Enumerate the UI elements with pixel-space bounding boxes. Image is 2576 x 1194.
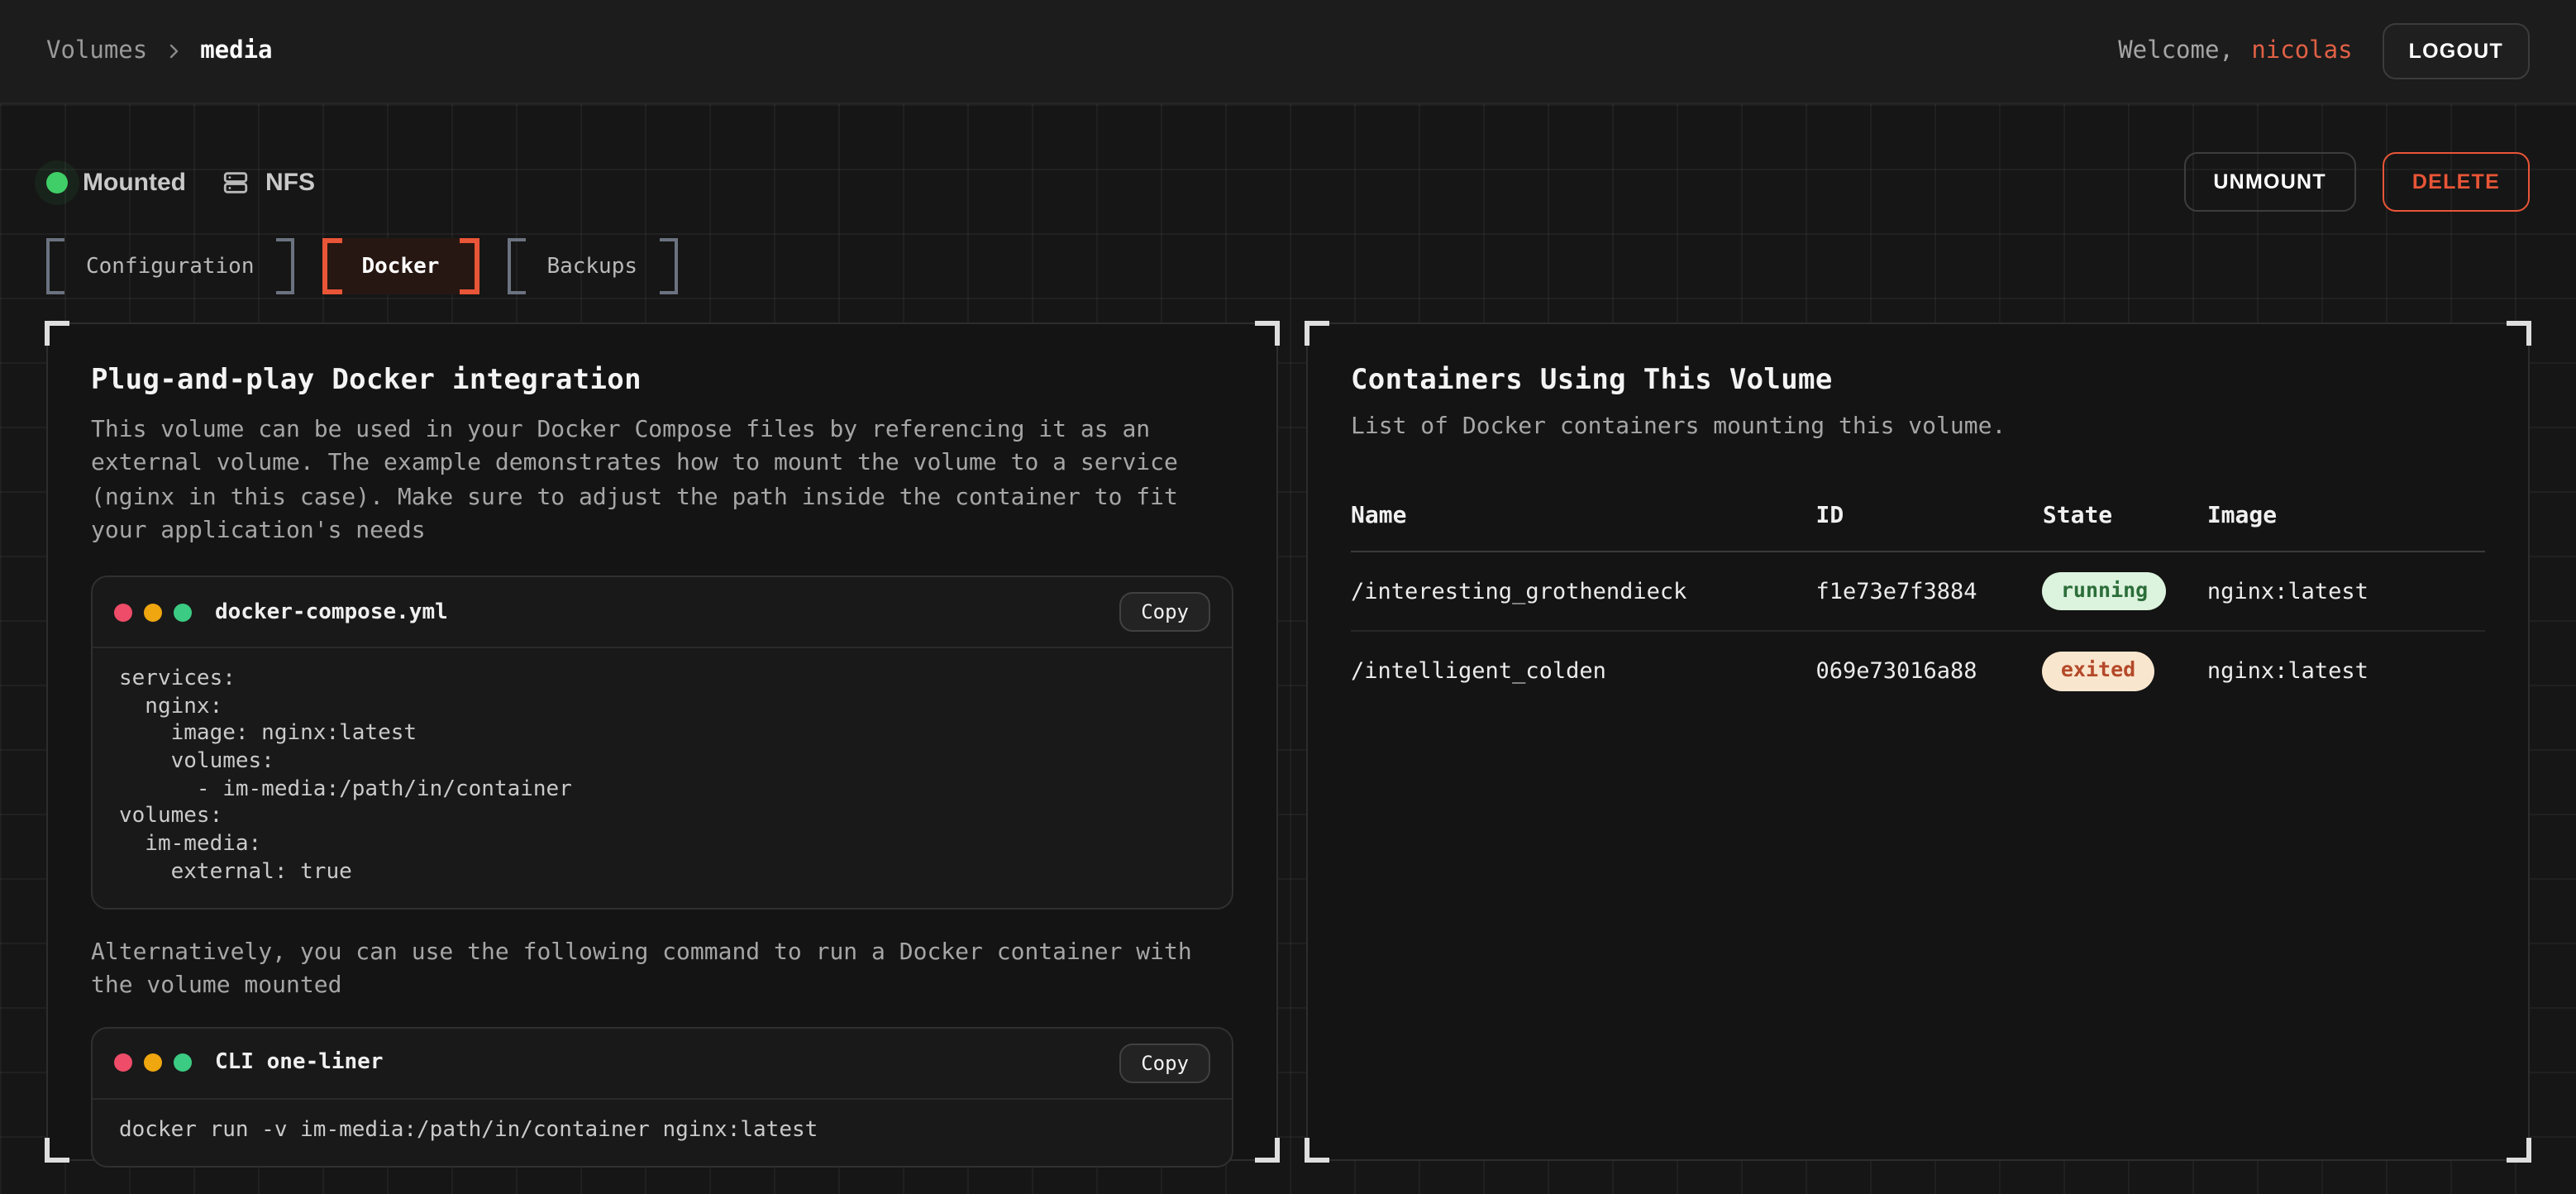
traffic-lights-icon (114, 603, 192, 621)
container-id: f1e73e7f3884 (1816, 552, 2043, 632)
tab-backups[interactable]: Backups (507, 238, 677, 294)
volume-actions: UNMOUNT DELETE (2183, 152, 2530, 212)
containers-table-header-row: Name ID State Image (1351, 493, 2485, 552)
column-header-state: State (2043, 493, 2207, 552)
corner-mark (45, 1138, 69, 1163)
corner-mark (2507, 321, 2531, 346)
corner-mark (1305, 321, 1329, 346)
docker-panel-description: This volume can be used in your Docker C… (91, 413, 1199, 547)
red-dot-icon (114, 1054, 132, 1072)
fs-type-label: NFS (265, 168, 315, 196)
compose-filename: docker-compose.yml (215, 599, 448, 624)
mount-status-label: Mounted (83, 168, 186, 196)
tab-bar: Configuration Docker Backups (46, 238, 2530, 294)
container-name: /intelligent_colden (1351, 632, 1816, 711)
mounted-dot-icon (46, 171, 68, 193)
cli-title: CLI one-liner (215, 1051, 384, 1076)
username: nicolas (2251, 38, 2352, 64)
column-header-name: Name (1351, 493, 1816, 552)
compose-code-content: services: nginx: image: nginx:latest vol… (93, 648, 1232, 908)
container-id: 069e73016a88 (1816, 632, 2043, 711)
status-row: Mounted NFS UNMOUNT DELETE (46, 104, 2530, 212)
containers-panel-title: Containers Using This Volume (1351, 364, 2485, 397)
container-image: nginx:latest (2207, 552, 2485, 632)
logout-button[interactable]: LOGOUT (2383, 23, 2530, 79)
mount-status: Mounted (46, 168, 186, 196)
containers-panel-subtitle: List of Docker containers mounting this … (1351, 413, 2485, 440)
volume-detail-page: Volumes media Welcome, nicolas LOGOUT Mo… (0, 0, 2576, 1194)
red-dot-icon (114, 603, 132, 621)
compose-code-header: docker-compose.yml Copy (93, 577, 1232, 648)
corner-mark (1305, 1138, 1329, 1163)
status-badge: running (2043, 572, 2166, 611)
server-icon (222, 168, 250, 196)
top-bar-right: Welcome, nicolas LOGOUT (2118, 23, 2530, 79)
green-dot-icon (174, 603, 192, 621)
unmount-button[interactable]: UNMOUNT (2183, 152, 2356, 212)
green-dot-icon (174, 1054, 192, 1072)
cli-code-block: CLI one-liner Copy docker run -v im-medi… (91, 1027, 1233, 1168)
cli-copy-button[interactable]: Copy (1119, 1044, 1210, 1083)
traffic-lights-icon (114, 1054, 192, 1072)
docker-integration-panel: Plug-and-play Docker integration This vo… (46, 322, 1278, 1161)
panel-area: Plug-and-play Docker integration This vo… (46, 322, 2530, 1161)
corner-mark (45, 321, 69, 346)
compose-code-block: docker-compose.yml Copy services: nginx:… (91, 576, 1233, 910)
breadcrumb: Volumes media (46, 38, 273, 64)
compose-copy-button[interactable]: Copy (1119, 592, 1210, 632)
tab-configuration[interactable]: Configuration (46, 238, 294, 294)
column-header-id: ID (1816, 493, 2043, 552)
breadcrumb-volumes-link[interactable]: Volumes (46, 38, 147, 64)
corner-mark (1255, 321, 1280, 346)
page-content: Mounted NFS UNMOUNT DELETE (0, 104, 2576, 1194)
corner-mark (1255, 1138, 1280, 1163)
top-bar: Volumes media Welcome, nicolas LOGOUT (0, 0, 2576, 104)
cli-intro-text: Alternatively, you can use the following… (91, 936, 1199, 1003)
status-badge: exited (2043, 652, 2154, 691)
yellow-dot-icon (144, 1054, 162, 1072)
table-row: /interesting_grothendieck f1e73e7f3884 r… (1351, 552, 2485, 632)
status-indicators: Mounted NFS (46, 168, 315, 196)
breadcrumb-current-volume: media (200, 38, 272, 64)
container-image: nginx:latest (2207, 632, 2485, 711)
cli-code-header: CLI one-liner Copy (93, 1029, 1232, 1100)
tab-docker[interactable]: Docker (322, 238, 479, 294)
cli-code-content: docker run -v im-media:/path/in/containe… (93, 1100, 1232, 1167)
welcome-text: Welcome, nicolas (2118, 38, 2352, 64)
column-header-image: Image (2207, 493, 2485, 552)
fs-type: NFS (222, 168, 315, 196)
containers-table: Name ID State Image /interesting_grothen… (1351, 493, 2485, 710)
corner-mark (2507, 1138, 2531, 1163)
yellow-dot-icon (144, 603, 162, 621)
chevron-right-icon (164, 41, 184, 61)
container-name: /interesting_grothendieck (1351, 552, 1816, 632)
delete-button[interactable]: DELETE (2383, 152, 2530, 212)
docker-panel-title: Plug-and-play Docker integration (91, 364, 1233, 397)
table-row: /intelligent_colden 069e73016a88 exited … (1351, 632, 2485, 711)
containers-panel: Containers Using This Volume List of Doc… (1306, 322, 2530, 1161)
